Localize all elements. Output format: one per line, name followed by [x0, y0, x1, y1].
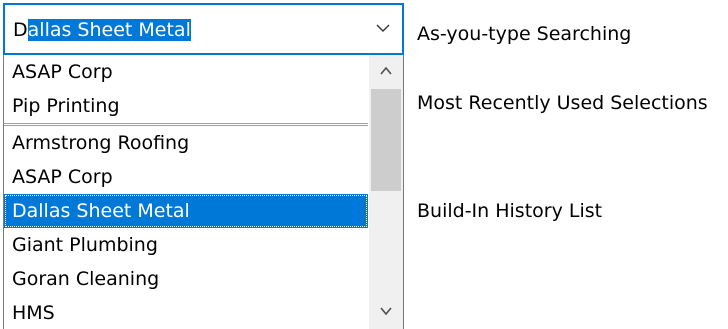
mru-item[interactable]: ASAP Corp: [4, 55, 368, 89]
scroll-up-button[interactable]: [369, 55, 403, 89]
chevron-down-icon: [379, 303, 393, 322]
list-item[interactable]: Giant Plumbing: [4, 228, 368, 262]
stage: Dallas Sheet Metal ASAP Corp Pip Printin…: [0, 0, 728, 329]
combo-input[interactable]: Dallas Sheet Metal: [13, 16, 191, 44]
chevron-down-icon[interactable]: [374, 19, 392, 37]
scroll-thumb[interactable]: [371, 89, 401, 191]
list-item[interactable]: Armstrong Roofing: [4, 126, 368, 160]
annotation-as-you-type: As-you-type Searching: [417, 23, 632, 45]
list-item[interactable]: Goran Cleaning: [4, 262, 368, 296]
vertical-scrollbar[interactable]: [369, 55, 403, 329]
list-item[interactable]: HMS: [4, 296, 368, 329]
dropdown-list: ASAP Corp Pip Printing Armstrong Roofing…: [3, 55, 404, 329]
annotation-mru: Most Recently Used Selections: [417, 92, 708, 114]
annotation-history: Build-In History List: [417, 200, 603, 222]
combo-typed-text: D: [13, 19, 28, 41]
chevron-up-icon: [379, 63, 393, 82]
combo-autocomplete-selection: allas Sheet Metal: [27, 19, 191, 41]
mru-item[interactable]: Pip Printing: [4, 89, 368, 123]
company-combo-box[interactable]: Dallas Sheet Metal: [3, 3, 404, 55]
list-item-selected[interactable]: Dallas Sheet Metal: [4, 194, 368, 228]
list-item[interactable]: ASAP Corp: [4, 160, 368, 194]
list: ASAP Corp Pip Printing Armstrong Roofing…: [4, 55, 368, 329]
scroll-down-button[interactable]: [369, 295, 403, 329]
